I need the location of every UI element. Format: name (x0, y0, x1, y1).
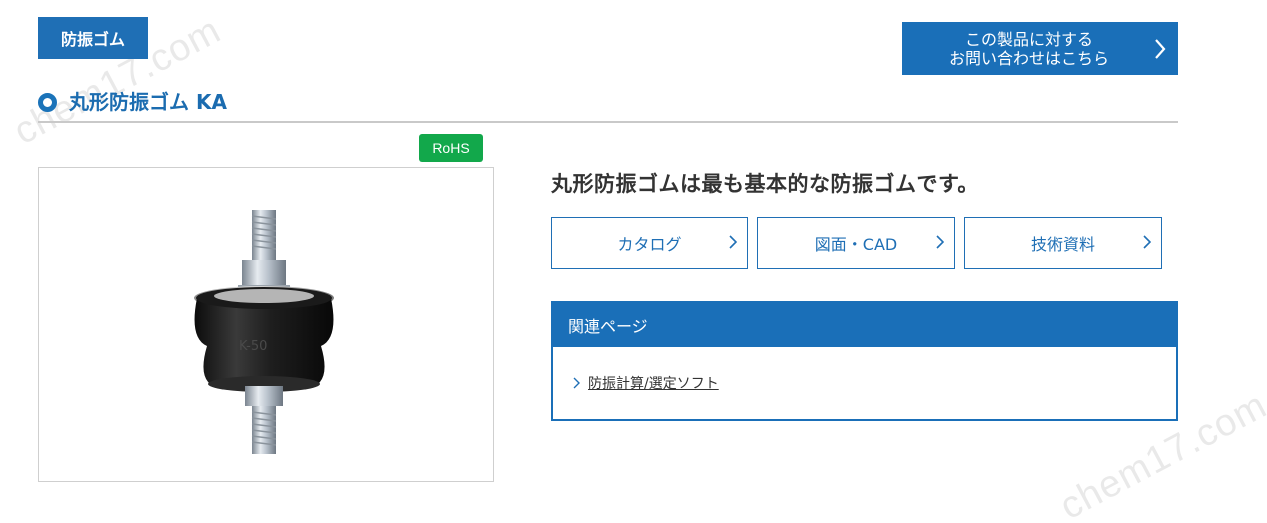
product-marking: K-50 (239, 339, 267, 354)
chevron-right-icon (573, 374, 580, 393)
product-image: K-50 (38, 167, 494, 482)
catalog-button[interactable]: カタログ (551, 217, 748, 269)
drawing-cad-button-label: 図面・CAD (814, 235, 898, 254)
product-lead: 丸形防振ゴムは最も基本的な防振ゴムです。 (551, 172, 979, 196)
inquiry-button[interactable]: この製品に対する お問い合わせはこちら (902, 22, 1178, 75)
inquiry-line1: この製品に対する (964, 29, 1093, 49)
chevron-right-icon (1143, 234, 1152, 254)
technical-data-button-label: 技術資料 (1030, 235, 1095, 254)
list-item[interactable]: 防振計算/選定ソフト (573, 373, 719, 393)
title-divider (38, 121, 1178, 123)
chevron-right-icon (729, 234, 738, 254)
chevron-right-icon (1142, 38, 1178, 60)
category-tag[interactable]: 防振ゴム (38, 17, 148, 59)
drawing-cad-button[interactable]: 図面・CAD (757, 217, 955, 269)
inquiry-line2: お問い合わせはこちら (948, 48, 1109, 68)
related-pages-panel: 関連ページ 防振計算/選定ソフト (551, 301, 1178, 421)
rohs-badge: RoHS (419, 134, 483, 162)
page-title: 丸形防振ゴム KA (69, 90, 227, 114)
chevron-right-icon (936, 234, 945, 254)
technical-data-button[interactable]: 技術資料 (964, 217, 1162, 269)
related-pages-header: 関連ページ (553, 303, 1176, 347)
circle-bullet-icon (38, 92, 57, 112)
catalog-button-label: カタログ (617, 235, 682, 254)
vibration-calc-link[interactable]: 防振計算/選定ソフト (588, 373, 719, 393)
